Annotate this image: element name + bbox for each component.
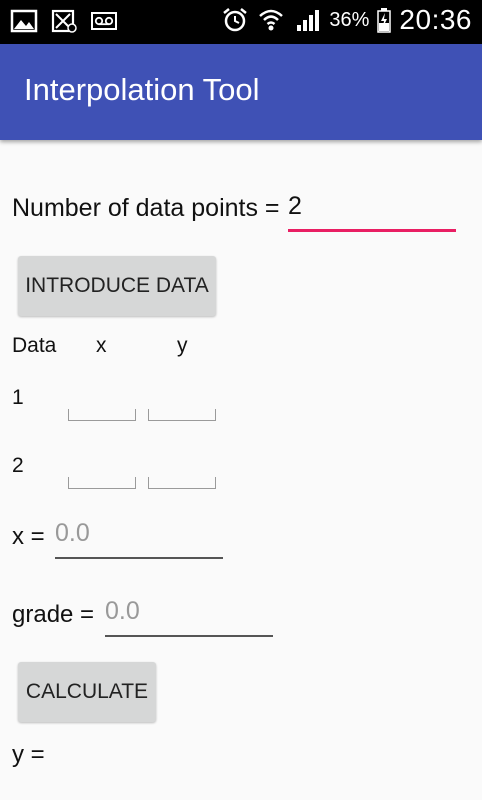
y-column-header: y (177, 334, 188, 357)
image-icon (10, 8, 38, 34)
num-points-value: 2 (288, 192, 302, 220)
x-placeholder: 0.0 (55, 519, 90, 547)
row-2-x-input[interactable] (68, 477, 136, 489)
row-2-y-input[interactable] (148, 477, 216, 489)
app-bar: Interpolation Tool (0, 44, 482, 140)
alarm-icon (221, 7, 249, 33)
grade-placeholder: 0.0 (105, 597, 140, 625)
introduce-data-button[interactable]: INTRODUCE DATA (18, 256, 216, 316)
battery-icon (377, 7, 392, 33)
data-column-header: Data (12, 334, 57, 357)
num-points-input[interactable]: 2 (288, 192, 456, 232)
battery-percent: 36% (329, 8, 370, 31)
grade-input[interactable]: 0.0 (105, 597, 273, 637)
signal-icon (293, 7, 321, 33)
wifi-icon (257, 7, 285, 33)
x-input[interactable]: 0.0 (55, 519, 223, 559)
y-result-label: y = (12, 741, 45, 768)
row-1-index: 1 (12, 386, 24, 409)
no-sim-icon (50, 8, 78, 34)
row-2-index: 2 (12, 454, 24, 477)
row-1-y-input[interactable] (148, 409, 216, 421)
status-bar: 36% 20:36 (0, 0, 482, 44)
clock: 20:36 (399, 4, 472, 35)
num-points-label: Number of data points = (12, 194, 280, 222)
grade-label: grade = (12, 601, 95, 628)
row-1-x-input[interactable] (68, 409, 136, 421)
x-label: x = (12, 523, 45, 550)
calculate-button[interactable]: CALCULATE (18, 662, 156, 722)
voicemail-icon (90, 8, 118, 34)
x-column-header: x (96, 334, 107, 357)
app-title: Interpolation Tool (24, 72, 260, 107)
